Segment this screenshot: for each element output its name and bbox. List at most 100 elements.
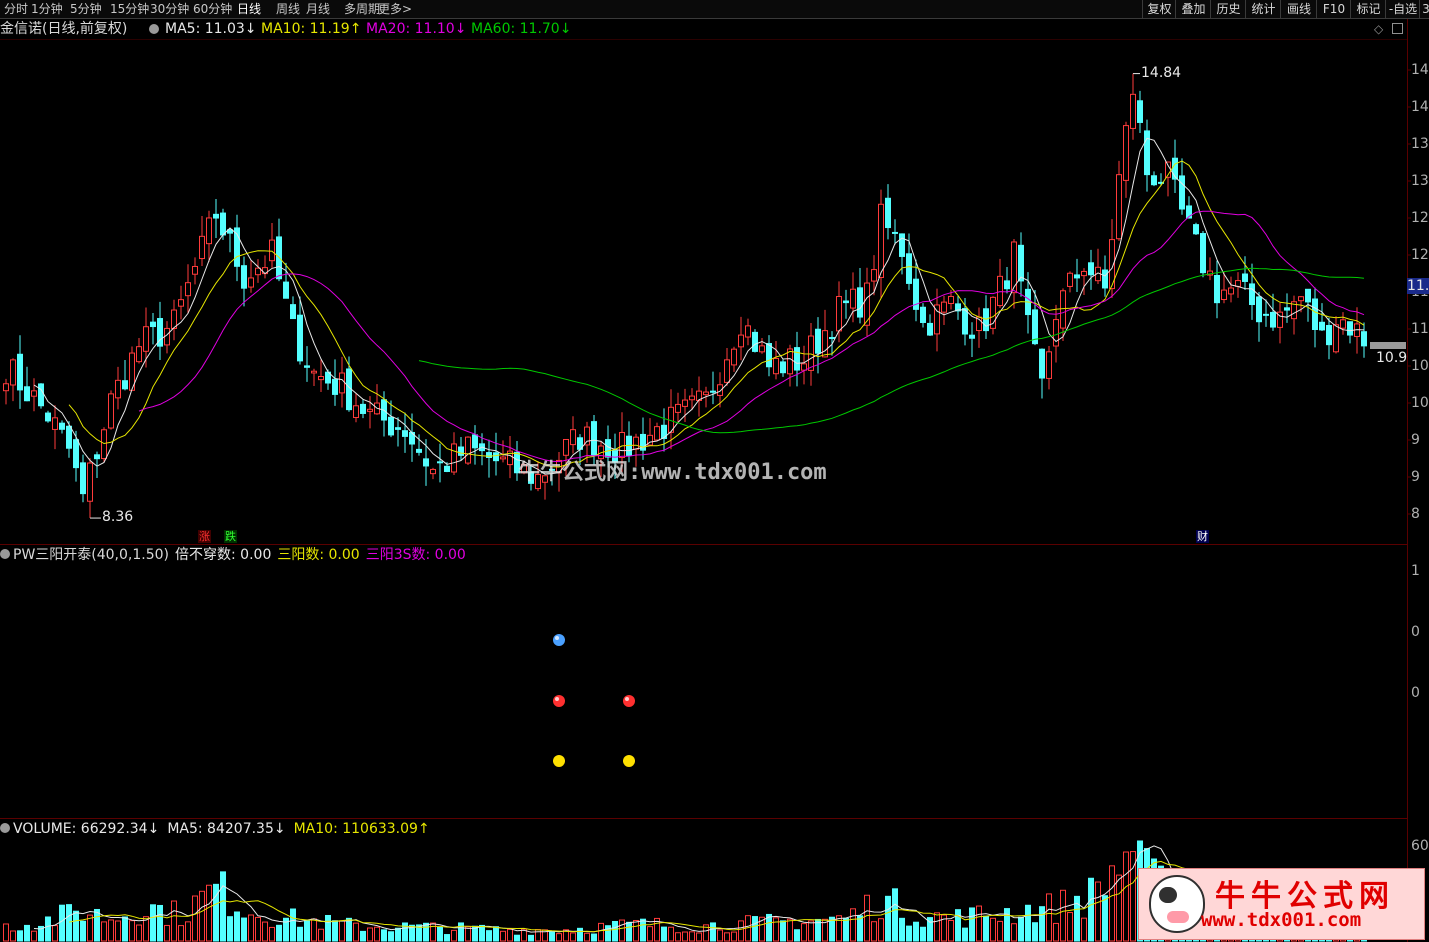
volume-bar[interactable]	[808, 920, 814, 942]
volume-bar[interactable]	[598, 922, 604, 942]
volume-bar[interactable]	[437, 926, 443, 942]
candle-body[interactable]	[689, 395, 695, 401]
candle-body[interactable]	[451, 443, 457, 473]
volume-bar[interactable]	[969, 907, 975, 942]
candle-body[interactable]	[318, 375, 324, 381]
candle-body[interactable]	[1179, 175, 1185, 210]
candle-body[interactable]	[843, 300, 849, 304]
volume-bar[interactable]	[626, 921, 632, 942]
candle-body[interactable]	[570, 429, 576, 446]
volume-bar[interactable]	[570, 932, 576, 942]
volume-bar[interactable]	[878, 918, 884, 942]
candle-body[interactable]	[45, 412, 51, 422]
event-marker-0[interactable]: 涨	[198, 530, 211, 543]
candle-body[interactable]	[941, 301, 947, 313]
candle-body[interactable]	[59, 422, 65, 430]
volume-bar[interactable]	[185, 921, 191, 942]
volume-bar[interactable]	[80, 920, 86, 942]
candle-body[interactable]	[458, 446, 464, 456]
volume-bar[interactable]	[290, 908, 296, 942]
candle-body[interactable]	[192, 265, 198, 275]
candle-body[interactable]	[437, 461, 443, 464]
volume-bar[interactable]	[1088, 877, 1094, 942]
candle-body[interactable]	[339, 372, 345, 394]
volume-bar[interactable]	[346, 917, 352, 942]
candle-body[interactable]	[1242, 273, 1248, 282]
volume-bar[interactable]	[899, 917, 905, 942]
candle-body[interactable]	[1214, 274, 1220, 304]
volume-bar[interactable]	[500, 930, 506, 942]
volume-bar[interactable]	[948, 919, 954, 942]
event-marker-1[interactable]: 跌	[224, 530, 237, 543]
volume-bar[interactable]	[66, 904, 72, 942]
candle-body[interactable]	[38, 383, 44, 407]
candle-body[interactable]	[241, 265, 247, 289]
candle-body[interactable]	[780, 361, 786, 374]
indicator-menu-icon[interactable]	[0, 549, 10, 559]
volume-bar[interactable]	[45, 916, 51, 942]
volume-bar[interactable]	[633, 920, 639, 942]
candle-body[interactable]	[794, 347, 800, 371]
volume-bar[interactable]	[206, 884, 212, 942]
candle-body[interactable]	[822, 330, 828, 358]
volume-bar[interactable]	[227, 916, 233, 942]
candle-body[interactable]	[829, 337, 835, 340]
volume-bar[interactable]	[1060, 889, 1066, 942]
candle-body[interactable]	[122, 380, 128, 390]
volume-bar[interactable]	[507, 928, 513, 942]
volume-bar[interactable]	[1109, 865, 1115, 942]
candle-body[interactable]	[752, 331, 758, 352]
volume-bar[interactable]	[738, 920, 744, 942]
candle-body[interactable]	[1081, 270, 1087, 277]
volume-bar[interactable]	[1032, 922, 1038, 942]
candle-body[interactable]	[892, 231, 898, 234]
volume-bar[interactable]	[115, 920, 121, 942]
candle-body[interactable]	[17, 353, 23, 391]
candle-body[interactable]	[850, 288, 856, 309]
volume-bar[interactable]	[556, 933, 562, 942]
candle-body[interactable]	[724, 359, 730, 383]
volume-bar[interactable]	[1053, 922, 1059, 942]
volume-bar[interactable]	[325, 914, 331, 942]
volume-bar[interactable]	[871, 921, 877, 942]
candle-body[interactable]	[773, 357, 779, 375]
volume-bar[interactable]	[731, 931, 737, 942]
candle-body[interactable]	[808, 335, 814, 371]
candle-body[interactable]	[332, 378, 338, 395]
candle-body[interactable]	[1228, 287, 1234, 295]
candle-body[interactable]	[136, 346, 142, 363]
volume-bar[interactable]	[423, 922, 429, 942]
volume-bar[interactable]	[955, 909, 961, 942]
candle-body[interactable]	[885, 197, 891, 229]
candle-body[interactable]	[283, 281, 289, 299]
candle-body[interactable]	[1284, 307, 1290, 311]
volume-bar[interactable]	[108, 919, 114, 942]
volume-bar[interactable]	[332, 920, 338, 942]
candle-body[interactable]	[962, 308, 968, 335]
candle-body[interactable]	[269, 239, 275, 262]
volume-bar[interactable]	[1011, 923, 1017, 942]
volume-bar[interactable]	[31, 930, 37, 942]
volume-bar[interactable]	[605, 925, 611, 942]
candle-body[interactable]	[430, 468, 436, 475]
candle-body[interactable]	[10, 359, 16, 386]
candle-body[interactable]	[87, 462, 93, 502]
volume-bar[interactable]	[94, 908, 100, 942]
candle-body[interactable]	[1102, 269, 1108, 289]
volume-bar[interactable]	[787, 918, 793, 942]
signal-dot-1[interactable]	[553, 695, 565, 707]
volume-bar[interactable]	[990, 917, 996, 942]
candle-body[interactable]	[402, 430, 408, 437]
volume-bar[interactable]	[1018, 916, 1024, 942]
candle-body[interactable]	[759, 345, 765, 353]
candle-body[interactable]	[290, 304, 296, 320]
volume-bar[interactable]	[1081, 917, 1087, 942]
volume-bar[interactable]	[1123, 851, 1129, 942]
candle-body[interactable]	[591, 421, 597, 456]
candle-body[interactable]	[416, 448, 422, 453]
candle-body[interactable]	[1004, 280, 1010, 290]
volume-bar[interactable]	[997, 920, 1003, 942]
volume-bar[interactable]	[248, 914, 254, 942]
volume-bar[interactable]	[304, 919, 310, 942]
volume-bar[interactable]	[1039, 906, 1045, 942]
